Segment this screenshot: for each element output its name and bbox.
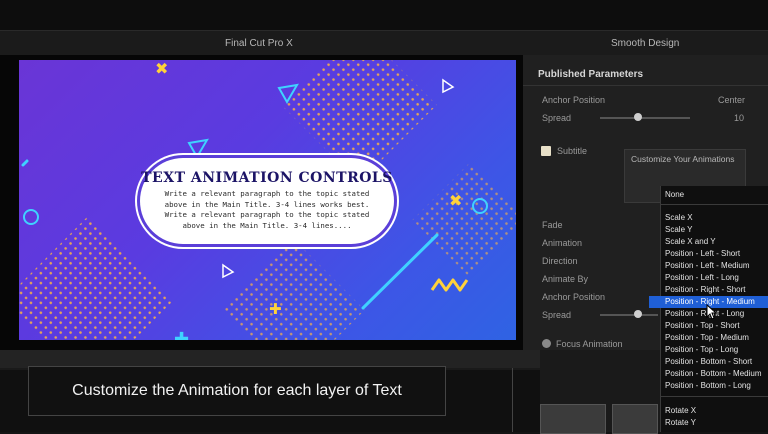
spread-slider-knob[interactable] (634, 113, 642, 121)
browser-thumbnail[interactable] (540, 404, 606, 434)
app-title: Final Cut Pro X (225, 38, 293, 49)
anchor-position-value[interactable]: Center (718, 95, 745, 105)
menu-item-rotate-x[interactable]: Rotate X (661, 405, 768, 417)
animation-label: Animation (542, 238, 583, 248)
plus-shape: ✚ (174, 329, 189, 340)
spread-label: Spread (542, 113, 572, 123)
menu-item-position[interactable]: Position - Top - Short (661, 320, 768, 332)
triangle-shape (187, 138, 209, 159)
spread-value[interactable]: 10 (734, 113, 744, 123)
plus-shape: ✚ (269, 300, 282, 318)
dot-pattern (19, 215, 174, 340)
focus-animation-label: Focus Animation (556, 339, 623, 349)
title-card-heading: TEXT ANIMATION CONTROLS (141, 170, 393, 186)
menu-item-position[interactable]: Position - Bottom - Long (661, 380, 768, 392)
caption-overlay: Customize the Animation for each layer o… (28, 366, 446, 416)
subtitle-checkbox[interactable] (541, 146, 551, 156)
menu-item-position[interactable]: Position - Bottom - Short (661, 356, 768, 368)
browser-thumbnail[interactable] (612, 404, 658, 434)
menu-item-position[interactable]: Position - Left - Medium (661, 260, 768, 272)
subtitle-label: Subtitle (557, 146, 588, 156)
menu-item-rotate-y[interactable]: Rotate Y (661, 417, 768, 429)
divider (512, 368, 513, 432)
spread-label-2: Spread (542, 310, 572, 320)
fade-label: Fade (542, 220, 563, 230)
divider (523, 85, 768, 86)
menu-item-position[interactable]: Position - Left - Short (661, 248, 768, 260)
title-card[interactable]: TEXT ANIMATION CONTROLS Write a relevant… (140, 158, 394, 244)
menu-item-scale-x[interactable]: Scale X (661, 212, 768, 224)
menu-separator (661, 204, 768, 205)
menu-item-scale-xy[interactable]: Scale X and Y (661, 236, 768, 248)
menu-separator (661, 396, 768, 397)
direction-label: Direction (542, 256, 578, 266)
inspector-header: Published Parameters (538, 69, 644, 80)
spread-slider-knob-2[interactable] (634, 310, 642, 318)
menu-item-position[interactable]: Position - Left - Long (661, 272, 768, 284)
anchor-position-label: Anchor Position (542, 95, 606, 105)
circle-shape (23, 209, 39, 225)
menu-item-scale-y[interactable]: Scale Y (661, 224, 768, 236)
anchor-position-label-2: Anchor Position (542, 292, 606, 302)
cross-shape: ✖ (449, 191, 462, 210)
menu-item-none[interactable]: None (661, 189, 768, 201)
dot-pattern (412, 163, 516, 277)
menu-item-position[interactable]: Position - Top - Long (661, 344, 768, 356)
menu-item-position[interactable]: Position - Right - Short (661, 284, 768, 296)
menu-item-position[interactable]: Position - Top - Medium (661, 332, 768, 344)
line-shape (361, 233, 439, 310)
triangle-shape (442, 78, 455, 94)
spread-slider-2[interactable] (600, 314, 658, 316)
panel-title: Smooth Design (611, 38, 680, 49)
mouse-cursor-icon (706, 304, 718, 320)
dot-pattern (223, 239, 365, 340)
menu-item-position[interactable]: Position - Bottom - Medium (661, 368, 768, 380)
cross-shape: ✖ (155, 60, 168, 78)
focus-animation-toggle[interactable] (542, 339, 551, 348)
animate-by-label: Animate By (542, 274, 589, 284)
line-shape (21, 159, 29, 167)
spread-slider[interactable] (600, 117, 690, 119)
top-toolbar (0, 0, 768, 31)
triangle-shape (222, 263, 235, 279)
zigzag-shape (430, 278, 469, 292)
title-card-body: Write a relevant paragraph to the topic … (164, 189, 370, 230)
